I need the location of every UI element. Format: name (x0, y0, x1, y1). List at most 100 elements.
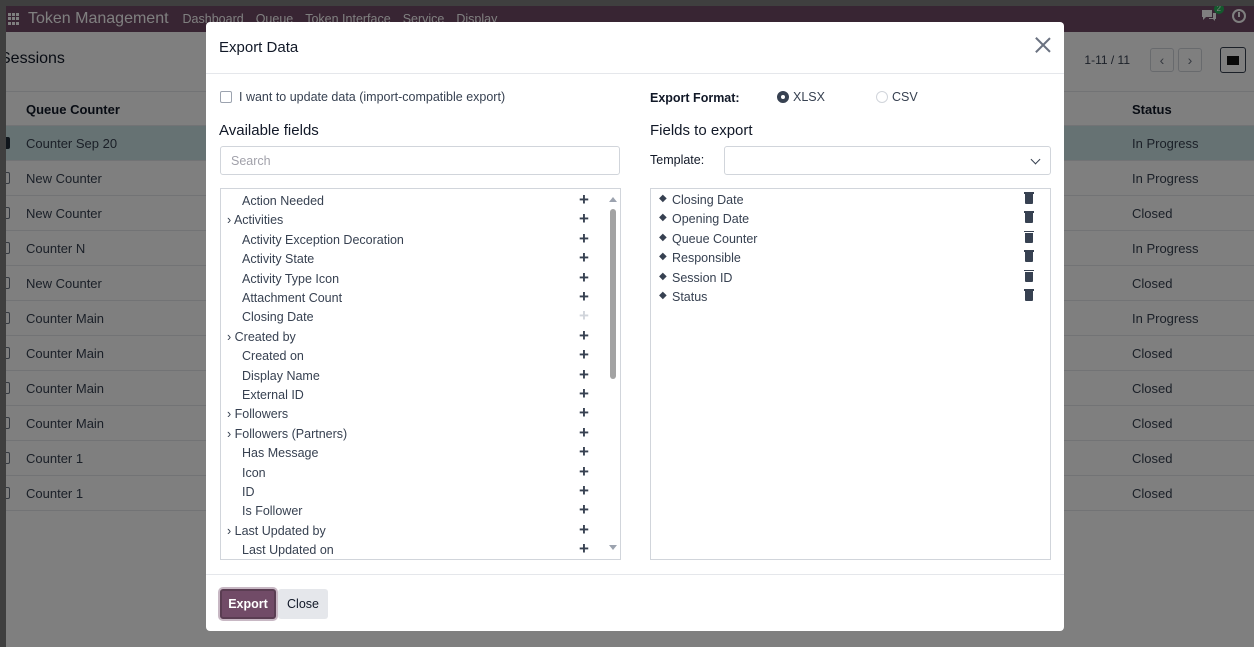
field-label-text: Action Needed (242, 194, 325, 208)
add-field-icon[interactable]: + (579, 384, 589, 403)
field-label: › Followers (227, 407, 288, 421)
add-field-icon[interactable]: + (579, 248, 589, 267)
add-field-icon[interactable]: + (579, 462, 589, 481)
add-field-icon[interactable]: + (579, 209, 589, 228)
available-fields-list[interactable]: Action Needed + › Activities + Activity Exce… (220, 188, 621, 560)
export-format-label: Export Format: (650, 91, 740, 105)
add-field-icon[interactable]: + (579, 229, 589, 248)
export-field-label: Closing Date (672, 193, 744, 207)
add-field-icon[interactable]: + (579, 403, 589, 422)
available-field-item[interactable]: › Followers (Partners) + (221, 423, 601, 443)
template-select[interactable] (724, 146, 1051, 175)
trash-icon[interactable] (1024, 211, 1034, 224)
available-field-item[interactable]: Attachment Count + (221, 287, 601, 307)
trash-icon[interactable] (1024, 269, 1034, 282)
drag-handle-icon[interactable]: ◆ (659, 193, 667, 205)
export-field-item[interactable]: ◆ Closing Date (651, 190, 1050, 209)
add-field-icon[interactable]: + (579, 442, 589, 461)
add-field-icon[interactable]: + (579, 481, 589, 500)
available-field-item[interactable]: Has Message + (221, 442, 601, 462)
available-field-item[interactable]: Created on + (221, 345, 601, 365)
drag-handle-icon[interactable]: ◆ (659, 271, 667, 283)
field-label-text: Attachment Count (242, 291, 343, 305)
add-field-icon[interactable]: + (579, 306, 589, 325)
field-label-text: Activity State (242, 252, 315, 267)
available-fields-title: Available fields (219, 122, 319, 139)
field-label-text: Has Message (242, 446, 319, 461)
add-field-icon[interactable]: + (579, 268, 589, 287)
trash-icon[interactable] (1024, 250, 1034, 263)
export-button[interactable]: Export (220, 589, 276, 619)
scrollbar-thumb[interactable] (610, 209, 616, 379)
add-field-icon[interactable]: + (579, 345, 589, 364)
close-button[interactable]: Close (278, 589, 328, 619)
available-field-item[interactable]: Activity State + (221, 248, 601, 268)
fields-to-export-list[interactable]: ◆ Closing Date ◆ Opening Date ◆ Queue Counter… (650, 188, 1051, 560)
field-label-text: ID (242, 485, 255, 499)
close-icon[interactable] (1034, 36, 1052, 54)
add-field-icon[interactable]: + (579, 500, 589, 519)
field-label: Has Message (242, 446, 318, 460)
field-search-input[interactable] (220, 146, 620, 175)
export-field-item[interactable]: ◆ Responsible (651, 248, 1050, 267)
available-field-item[interactable]: › Last Updated by + (221, 520, 601, 540)
chevron-right-icon[interactable]: › (227, 524, 231, 538)
drag-handle-icon[interactable]: ◆ (659, 290, 667, 302)
field-label-text: Activity Exception Decoration (242, 232, 404, 247)
export-field-item[interactable]: ◆ Session ID (651, 268, 1050, 287)
field-label: Activity State (242, 252, 314, 266)
export-field-item[interactable]: ◆ Opening Date (651, 209, 1050, 228)
export-field-label: Responsible (672, 251, 741, 266)
field-label: › Last Updated by (227, 524, 326, 538)
drag-handle-icon[interactable]: ◆ (659, 232, 667, 244)
chevron-right-icon[interactable]: › (227, 407, 231, 421)
format-csv-label[interactable]: CSV (892, 90, 918, 104)
available-field-item[interactable]: Action Needed + (221, 190, 601, 210)
available-field-item[interactable]: › Activities + (221, 209, 601, 229)
import-compatible-label[interactable]: I want to update data (import-compatible… (239, 90, 505, 104)
field-label: Display Name (242, 369, 320, 383)
field-label: › Activities (227, 213, 283, 227)
field-label: Attachment Count (242, 291, 342, 305)
available-field-item[interactable]: Icon + (221, 462, 601, 482)
available-field-item[interactable]: Activity Exception Decoration + (221, 229, 601, 249)
trash-icon[interactable] (1024, 192, 1034, 204)
format-csv-radio[interactable] (876, 91, 888, 103)
chevron-right-icon[interactable]: › (227, 213, 231, 227)
field-label-text: Closing Date (242, 310, 314, 325)
field-label: Icon (242, 466, 266, 480)
available-field-item[interactable]: › Created by + (221, 326, 601, 346)
drag-handle-icon[interactable]: ◆ (659, 251, 667, 263)
field-label: Activity Type Icon (242, 272, 339, 286)
import-compatible-checkbox[interactable] (220, 91, 232, 103)
field-label: Action Needed (242, 194, 324, 208)
add-field-icon[interactable]: + (579, 423, 589, 442)
add-field-icon[interactable]: + (579, 520, 589, 539)
available-field-item[interactable]: ID + (221, 481, 601, 501)
available-field-item[interactable]: Activity Type Icon + (221, 268, 601, 288)
available-field-item[interactable]: › Followers + (221, 403, 601, 423)
available-field-item[interactable]: Last Updated on + (221, 539, 601, 559)
field-label: › Created by (227, 330, 296, 344)
trash-icon[interactable] (1024, 230, 1034, 243)
add-field-icon[interactable]: + (579, 326, 589, 345)
trash-icon[interactable] (1024, 289, 1034, 301)
available-field-item[interactable]: Closing Date + (221, 306, 601, 326)
add-field-icon[interactable]: + (579, 539, 589, 558)
format-xlsx-radio[interactable] (777, 91, 789, 103)
available-field-item[interactable]: External ID + (221, 384, 601, 404)
chevron-right-icon[interactable]: › (227, 427, 231, 441)
scroll-up-arrow[interactable] (609, 197, 617, 202)
export-field-item[interactable]: ◆ Queue Counter (651, 229, 1050, 248)
available-field-item[interactable]: Display Name + (221, 365, 601, 385)
export-field-item[interactable]: ◆ Status (651, 287, 1050, 306)
add-field-icon[interactable]: + (579, 365, 589, 384)
drag-handle-icon[interactable]: ◆ (659, 212, 667, 224)
add-field-icon[interactable]: + (579, 287, 589, 306)
scroll-down-arrow[interactable] (609, 545, 617, 550)
chevron-right-icon[interactable]: › (227, 330, 231, 344)
add-field-icon[interactable]: + (579, 190, 589, 209)
field-label: Closing Date (242, 310, 314, 324)
format-xlsx-label[interactable]: XLSX (793, 90, 825, 104)
available-field-item[interactable]: Is Follower + (221, 500, 601, 520)
